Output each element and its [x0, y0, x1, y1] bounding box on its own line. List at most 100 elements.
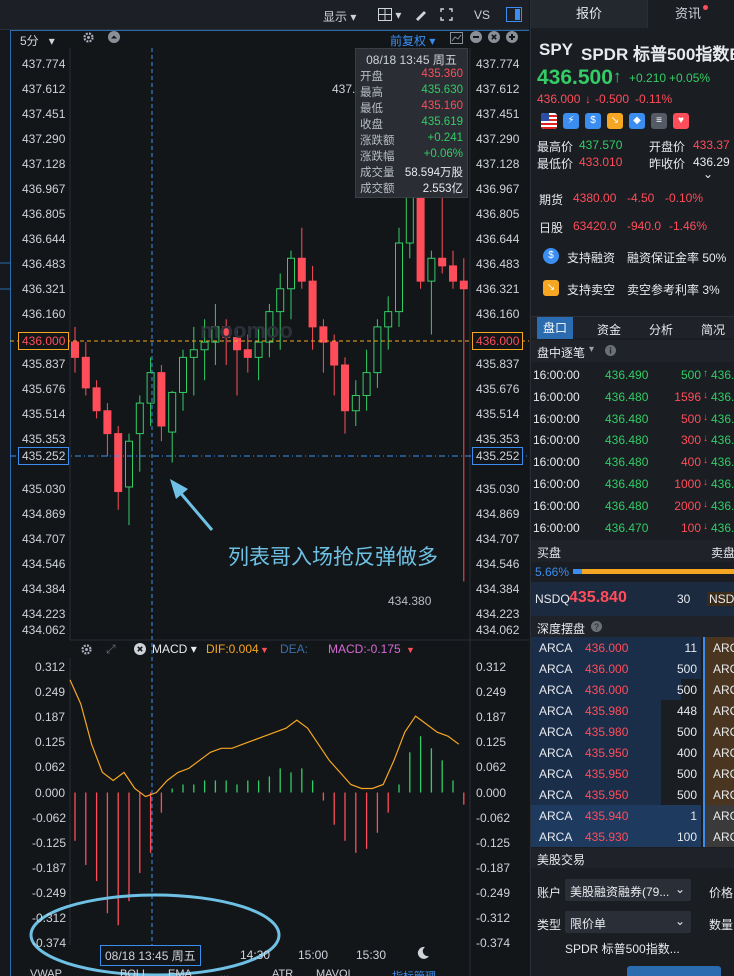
price-axis-label: 435.676 — [22, 382, 66, 396]
macd-axis-label: 0.000 — [35, 785, 66, 800]
down-arrow-icon: ↓ — [703, 498, 708, 510]
submit-order-button[interactable] — [627, 966, 721, 976]
stock-symbol: SPY — [539, 40, 574, 59]
tab-profile[interactable]: 简况 — [701, 321, 725, 338]
tab-quote[interactable]: 报价 — [531, 0, 647, 28]
order-type-select[interactable]: 限价单 ⌄ — [565, 911, 691, 933]
heart-icon[interactable]: ♥ — [673, 113, 689, 129]
price-axis-label: 434.384 — [22, 582, 66, 596]
ohlc-value: +0.06% — [423, 148, 463, 160]
macd-dif-arrow: ▼ — [260, 645, 269, 655]
candle-body — [362, 372, 371, 396]
bidask-header: 买盘 卖盘 — [531, 540, 734, 562]
nbbo-ask-exchange: NSDQ — [707, 592, 734, 606]
tab-orderbook[interactable]: 盘口 — [537, 317, 573, 339]
depth-exchange: ARCA — [539, 809, 573, 823]
price-axis-label: 434.869 — [22, 507, 66, 521]
short-text: 卖空参考利率 3% — [627, 283, 720, 297]
tab-analysis[interactable]: 分析 — [649, 321, 673, 338]
document-icon[interactable]: ≡ — [651, 113, 667, 129]
depth-ask-exchange: ARC — [713, 662, 734, 676]
time-label: 15:30 — [356, 948, 387, 962]
expand-chevron-icon[interactable]: ⌄ — [703, 167, 713, 181]
margin-text: 融资保证金率 50% — [627, 251, 727, 265]
candle-body — [427, 257, 436, 282]
ticker-volume: 500 — [680, 411, 701, 426]
price-axis-label-right: 434.223 — [476, 607, 520, 621]
macd-axis-label-right: -0.374 — [476, 936, 511, 951]
tab-capital[interactable]: 资金 — [597, 321, 621, 338]
price-axis-label-right: 435.353 — [476, 432, 520, 446]
ohlc-label: 开盘 — [360, 71, 383, 83]
trade-title: 美股交易 — [537, 853, 586, 867]
ticker-row: 16:00:00 436.490 500 ↑ 436. — [531, 364, 734, 385]
lightning-icon[interactable]: ⚡ — [563, 113, 579, 129]
ohlc-tooltip: 08/18 13:45 周五 开盘 435.360 最高 435.630 最低 435.1… — [355, 48, 468, 198]
depth-price: 435.980 — [585, 704, 629, 718]
ohlc-value: 2.553亿 — [422, 183, 463, 195]
tab-vwap[interactable]: VWAP — [30, 968, 62, 976]
candle-body — [276, 288, 285, 313]
macd-axis-label-right: -0.312 — [476, 911, 511, 925]
price-axis-label-right: 434.062 — [476, 623, 520, 637]
tab-atr[interactable]: ATR — [272, 968, 293, 976]
chevron-down-icon[interactable]: ▾ — [589, 344, 594, 355]
tab-mavol[interactable]: MAVOL — [316, 968, 354, 976]
macd-name[interactable]: MACD ▾ — [152, 642, 197, 656]
buy-label: 买盘 — [537, 546, 562, 560]
ohlc-label: 最低 — [360, 103, 383, 115]
dollar-icon[interactable]: $ — [585, 113, 601, 129]
close-indicator-button[interactable] — [134, 643, 146, 658]
tab-more[interactable]: ... — [220, 968, 229, 976]
ticker-time: 16:00:00 — [533, 411, 580, 426]
macd-axis-label-right: -0.187 — [476, 860, 511, 875]
depth-size: 400 — [676, 746, 697, 760]
open-value: 433.37 — [693, 138, 730, 152]
ohlc-row: 成交量 58.594万股 — [360, 164, 463, 180]
tag-icon[interactable]: ◆ — [629, 113, 645, 129]
price-axis-label-right: 436.483 — [476, 257, 520, 271]
tab-indicator-manage[interactable]: 指标管理 — [392, 968, 436, 976]
help-icon[interactable]: ? — [591, 621, 602, 635]
depth-exchange: ARCA — [539, 725, 573, 739]
ticker-row: 16:00:00 436.480 2000 ↓ 436. — [531, 495, 734, 516]
low-marker: 434.380 — [388, 594, 432, 608]
account-value: 美股融资融券(79... — [570, 885, 670, 899]
time-label: 15:00 — [298, 948, 329, 962]
depth-price: 435.950 — [585, 788, 629, 802]
candle-body — [243, 349, 252, 358]
ohlc-label: 最高 — [360, 87, 383, 99]
stock-name: SPDR 标普500指数ETF — [581, 45, 734, 64]
ticker-row: 16:00:00 436.480 400 ↓ 436. — [531, 451, 734, 472]
depth-title: 深度摆盘 — [537, 622, 586, 636]
ticker-next-price: 436. — [711, 389, 734, 404]
expand-icon[interactable]: ⤢ — [106, 642, 116, 657]
ohlc-row: 最高 435.630 — [360, 84, 463, 100]
macd-axis-label-right: 0.249 — [476, 685, 507, 700]
depth-size: 100 — [676, 830, 697, 844]
ohlc-row: 开盘 435.360 — [360, 68, 463, 84]
tab-news[interactable]: 资讯 — [647, 0, 734, 28]
ohlc-row: 涨跌额 +0.241 — [360, 132, 463, 148]
price-axis-label: 437.290 — [22, 132, 66, 146]
ohlc-value: 435.619 — [421, 116, 463, 128]
tab-boll[interactable]: BOLL — [120, 968, 148, 976]
nbbo-exchange: NSDQ — [535, 592, 570, 606]
down-arrow-icon: ↓ — [703, 520, 708, 532]
ohlc-label: 成交额 — [360, 183, 395, 195]
depth-size: 500 — [676, 725, 697, 739]
price-axis-label-right: 436.967 — [476, 182, 520, 196]
account-select[interactable]: 美股融资融券(79... ⌄ — [565, 879, 691, 901]
macd-axis-label: 0.062 — [35, 760, 66, 775]
price-axis-label: 436.967 — [22, 182, 66, 196]
macd-settings-button[interactable] — [80, 643, 93, 659]
short-sell-icon[interactable]: ↘ — [607, 113, 623, 129]
info-icon[interactable] — [605, 345, 616, 359]
tab-ema[interactable]: EMA — [168, 968, 192, 976]
candle-body — [319, 326, 328, 343]
depth-price: 435.950 — [585, 746, 629, 760]
depth-size: 1 — [690, 809, 697, 823]
after-hours-change-pct: -0.11% — [635, 92, 673, 106]
current-price-tag-right: 436.000 — [472, 332, 524, 350]
night-mode-icon[interactable] — [416, 946, 430, 963]
